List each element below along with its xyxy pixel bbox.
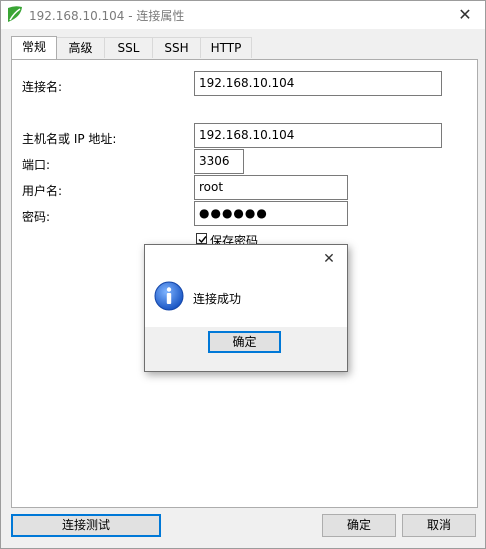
window-close-button[interactable]: ✕ xyxy=(445,1,485,29)
dialog-content-area: ✕ 连接成功 xyxy=(145,245,347,327)
window-title: 192.168.10.104 - 连接属性 xyxy=(29,9,185,23)
tab-general[interactable]: 常规 xyxy=(11,36,57,59)
ok-button[interactable]: 确定 xyxy=(322,514,396,537)
host-label: 主机名或 IP 地址: xyxy=(22,132,117,146)
connection-properties-window: 192.168.10.104 - 连接属性 ✕ 常规 高级 SSL SSH HT… xyxy=(0,0,486,549)
connection-name-label: 连接名: xyxy=(22,80,63,94)
tab-advanced[interactable]: 高级 xyxy=(56,37,105,58)
dialog-ok-button[interactable]: 确定 xyxy=(208,331,281,353)
title-bar[interactable]: 192.168.10.104 - 连接属性 ✕ xyxy=(1,1,485,29)
password-input[interactable]: ●●●●●● xyxy=(194,201,348,226)
info-icon xyxy=(154,281,184,311)
cancel-button[interactable]: 取消 xyxy=(402,514,476,537)
username-label: 用户名: xyxy=(22,184,63,198)
dialog-message: 连接成功 xyxy=(193,292,242,306)
navicat-leaf-icon xyxy=(7,5,23,23)
connection-success-dialog: ✕ 连接成功 确定 xyxy=(144,244,348,372)
connection-name-input[interactable]: 192.168.10.104 xyxy=(194,71,442,96)
tab-http[interactable]: HTTP xyxy=(200,37,252,58)
port-label: 端口: xyxy=(22,158,51,172)
tab-ssl[interactable]: SSL xyxy=(104,37,153,58)
test-connection-button[interactable]: 连接测试 xyxy=(11,514,161,537)
port-input[interactable]: 3306 xyxy=(194,149,244,174)
save-password-checkbox[interactable] xyxy=(196,233,207,244)
tab-ssh[interactable]: SSH xyxy=(152,37,201,58)
username-input[interactable]: root xyxy=(194,175,348,200)
password-label: 密码: xyxy=(22,210,51,224)
host-input[interactable]: 192.168.10.104 xyxy=(194,123,442,148)
dialog-close-button[interactable]: ✕ xyxy=(319,249,339,269)
